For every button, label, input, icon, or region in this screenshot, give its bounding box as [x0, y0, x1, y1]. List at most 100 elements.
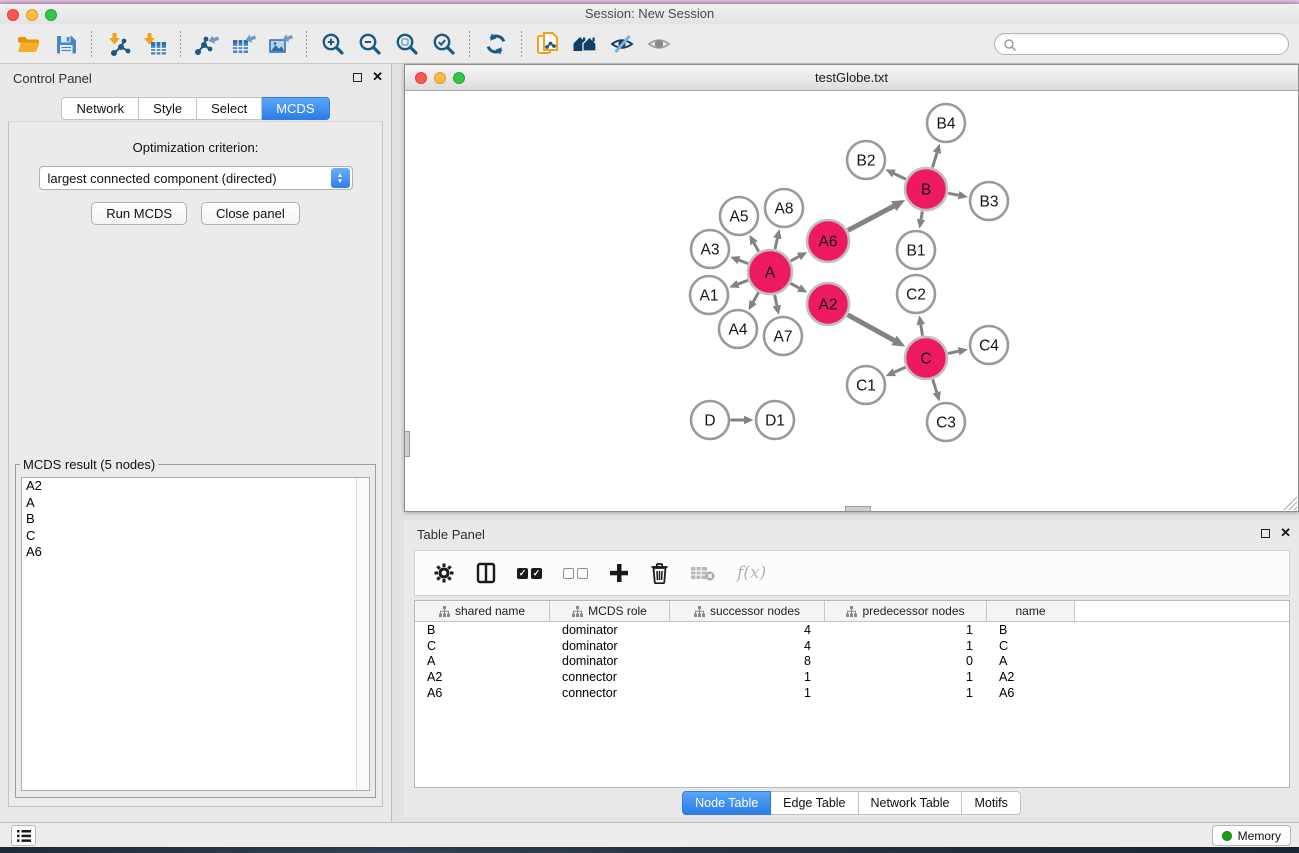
refresh-view-button[interactable]: [477, 28, 514, 60]
network-minimize-button[interactable]: [434, 72, 446, 84]
network-close-button[interactable]: [415, 72, 427, 84]
node-A8[interactable]: A8: [765, 189, 803, 227]
zoom-out-button[interactable]: [351, 28, 388, 60]
result-scrollbar[interactable]: [356, 478, 369, 790]
save-session-button[interactable]: [47, 28, 84, 60]
edge-A-A8[interactable]: [773, 229, 781, 249]
hide-selected-button[interactable]: [603, 28, 640, 60]
node-C4[interactable]: C4: [970, 326, 1008, 364]
edge-A-A1[interactable]: [729, 280, 748, 288]
tab-mcds[interactable]: MCDS: [262, 97, 329, 120]
first-neighbors-button[interactable]: [566, 28, 603, 60]
float-table-panel-icon[interactable]: [1261, 529, 1270, 538]
close-panel-icon[interactable]: ✕: [372, 71, 383, 83]
open-file-button[interactable]: [10, 28, 47, 60]
tab-network[interactable]: Network: [61, 97, 139, 120]
mcds-result-item[interactable]: A2: [22, 478, 369, 495]
minimize-window-button[interactable]: [26, 9, 38, 21]
close-panel-button[interactable]: Close panel: [201, 202, 300, 225]
node-D[interactable]: D: [691, 401, 729, 439]
add-column-button[interactable]: [609, 563, 629, 583]
edge-A-A2[interactable]: [791, 283, 808, 292]
window-resize-grip[interactable]: [1283, 496, 1297, 510]
show-all-button[interactable]: [640, 28, 677, 60]
edge-C-C3[interactable]: [933, 379, 941, 401]
close-table-panel-icon[interactable]: ✕: [1280, 527, 1291, 539]
mcds-result-item[interactable]: A6: [22, 544, 369, 561]
node-A6[interactable]: A6: [807, 220, 849, 262]
edge-A-A3[interactable]: [730, 256, 748, 264]
node-A[interactable]: A: [748, 250, 792, 294]
node-A2[interactable]: A2: [807, 283, 849, 325]
node-B[interactable]: B: [905, 168, 947, 210]
edge-C-C1[interactable]: [886, 367, 906, 376]
export-image-button[interactable]: [262, 28, 299, 60]
node-C[interactable]: C: [905, 337, 947, 379]
search-input[interactable]: [1021, 37, 1271, 51]
table-settings-button[interactable]: [433, 562, 455, 584]
node-B4[interactable]: B4: [927, 104, 965, 142]
column-header-name[interactable]: name: [987, 601, 1075, 621]
edge-A2-C[interactable]: [848, 315, 906, 347]
import-network-button[interactable]: [99, 28, 136, 60]
node-C3[interactable]: C3: [927, 403, 965, 441]
search-field[interactable]: [994, 33, 1289, 55]
edge-A-A6[interactable]: [791, 252, 808, 261]
edge-D-D1[interactable]: [731, 416, 754, 425]
edge-B-B3[interactable]: [948, 191, 968, 199]
run-mcds-button[interactable]: Run MCDS: [91, 202, 187, 225]
column-header-successor-nodes[interactable]: successor nodes: [670, 601, 825, 621]
zoom-selected-button[interactable]: [425, 28, 462, 60]
edge-B-B2[interactable]: [885, 169, 905, 179]
node-A5[interactable]: A5: [720, 197, 758, 235]
import-table-button[interactable]: [136, 28, 173, 60]
column-header-shared-name[interactable]: shared name: [415, 601, 550, 621]
column-header-MCDS-role[interactable]: MCDS role: [550, 601, 670, 621]
deselect-all-button[interactable]: [563, 568, 588, 579]
network-zoom-button[interactable]: [453, 72, 465, 84]
criterion-dropdown[interactable]: largest connected component (directed) ▲…: [39, 166, 353, 190]
tab-motifs[interactable]: Motifs: [962, 791, 1020, 815]
tab-style[interactable]: Style: [139, 97, 197, 120]
task-history-button[interactable]: [11, 825, 36, 846]
node-C1[interactable]: C1: [847, 366, 885, 404]
zoom-fit-button[interactable]: [388, 28, 425, 60]
edge-B-B4[interactable]: [933, 144, 942, 168]
edge-A-A4[interactable]: [749, 292, 759, 310]
node-C2[interactable]: C2: [897, 275, 935, 313]
zoom-in-button[interactable]: [314, 28, 351, 60]
network-window-titlebar[interactable]: testGlobe.txt: [405, 65, 1298, 91]
export-network-button[interactable]: [188, 28, 225, 60]
table-row[interactable]: Cdominator41C: [415, 638, 1289, 654]
table-row[interactable]: A2connector11A2: [415, 669, 1289, 685]
select-all-button[interactable]: ✓ ✓: [517, 568, 542, 579]
mcds-result-item[interactable]: A: [22, 495, 369, 512]
node-B1[interactable]: B1: [897, 231, 935, 269]
mcds-result-item[interactable]: C: [22, 528, 369, 545]
edge-C-C4[interactable]: [948, 347, 968, 355]
network-canvas[interactable]: B4B2BB3A8A5A6A3B1AC2A1A2A4A7C4CC1C3DD1: [405, 91, 1298, 511]
close-window-button[interactable]: [7, 9, 19, 21]
splitter-handle-left[interactable]: [405, 431, 410, 457]
edge-A-A5[interactable]: [749, 235, 758, 252]
tab-network-table[interactable]: Network Table: [859, 791, 963, 815]
edge-B-B1[interactable]: [917, 211, 925, 229]
node-A1[interactable]: A1: [690, 276, 728, 314]
export-table-button[interactable]: [225, 28, 262, 60]
splitter-handle-bottom[interactable]: [845, 506, 871, 511]
node-A4[interactable]: A4: [719, 310, 757, 348]
column-header-predecessor-nodes[interactable]: predecessor nodes: [825, 601, 987, 621]
delete-row-button[interactable]: [650, 562, 669, 584]
node-D1[interactable]: D1: [756, 401, 794, 439]
tab-select[interactable]: Select: [197, 97, 262, 120]
table-row[interactable]: A6connector11A6: [415, 685, 1289, 701]
node-A3[interactable]: A3: [691, 230, 729, 268]
node-B2[interactable]: B2: [847, 141, 885, 179]
table-row[interactable]: Adominator80A: [415, 654, 1289, 670]
zoom-window-button[interactable]: [45, 9, 57, 21]
memory-button[interactable]: Memory: [1212, 825, 1291, 846]
edge-A-A7[interactable]: [773, 295, 781, 315]
edge-A6-B[interactable]: [848, 200, 905, 230]
show-columns-button[interactable]: [476, 562, 496, 584]
float-panel-icon[interactable]: [353, 73, 362, 82]
